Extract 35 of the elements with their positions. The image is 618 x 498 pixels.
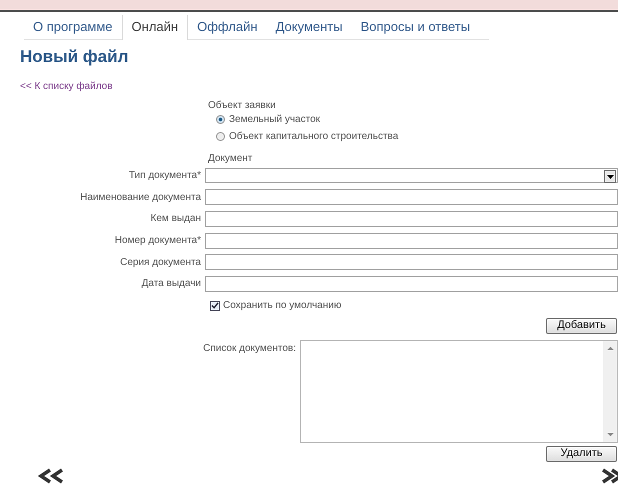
tab[interactable]: Документы bbox=[266, 15, 352, 39]
field-label: Наименование документа bbox=[80, 192, 201, 203]
group-label: Объект заявки bbox=[207, 100, 276, 111]
input-field[interactable] bbox=[205, 210, 618, 227]
tab[interactable]: Онлайн bbox=[122, 15, 188, 40]
checkbox-label: Сохранить по умолчанию bbox=[223, 300, 342, 312]
field-label: Тип документа* bbox=[128, 170, 201, 182]
radio-label: Объект капитального строительства bbox=[229, 131, 398, 142]
field-label: Номер документа* bbox=[114, 235, 201, 246]
radio-button[interactable] bbox=[216, 115, 225, 124]
page-title: Новый файл bbox=[20, 47, 130, 67]
checkbox[interactable] bbox=[210, 300, 220, 311]
add-button[interactable]: Добавить bbox=[546, 318, 617, 334]
input-field[interactable] bbox=[205, 232, 618, 249]
tab[interactable]: Оффлайн bbox=[188, 15, 267, 39]
field-label: Серия документа bbox=[120, 256, 201, 268]
field-label: Дата выдачи bbox=[142, 278, 201, 290]
back-link[interactable]: << К списку файлов bbox=[20, 81, 113, 92]
scroll-up-arrow-icon[interactable] bbox=[606, 346, 614, 350]
input-field[interactable] bbox=[205, 276, 618, 292]
list-label: Список документов: bbox=[202, 342, 297, 356]
section-label: Документ bbox=[207, 152, 252, 164]
input-field[interactable] bbox=[205, 189, 618, 206]
input-field[interactable] bbox=[205, 254, 618, 270]
radio-button[interactable] bbox=[216, 132, 225, 141]
delete-button[interactable]: Удалить bbox=[546, 446, 617, 462]
double-chevron-right-icon[interactable] bbox=[600, 468, 618, 484]
tab[interactable]: О программе bbox=[24, 15, 122, 39]
radio-label: Земельный участок bbox=[229, 114, 320, 125]
tab[interactable]: Вопросы и ответы bbox=[352, 15, 480, 39]
scrollbar[interactable] bbox=[603, 340, 617, 442]
scroll-down-arrow-icon[interactable] bbox=[606, 432, 614, 437]
double-chevron-left-icon[interactable] bbox=[38, 468, 65, 484]
field-label: Кем выдан bbox=[150, 213, 201, 224]
document-list[interactable] bbox=[300, 340, 618, 443]
